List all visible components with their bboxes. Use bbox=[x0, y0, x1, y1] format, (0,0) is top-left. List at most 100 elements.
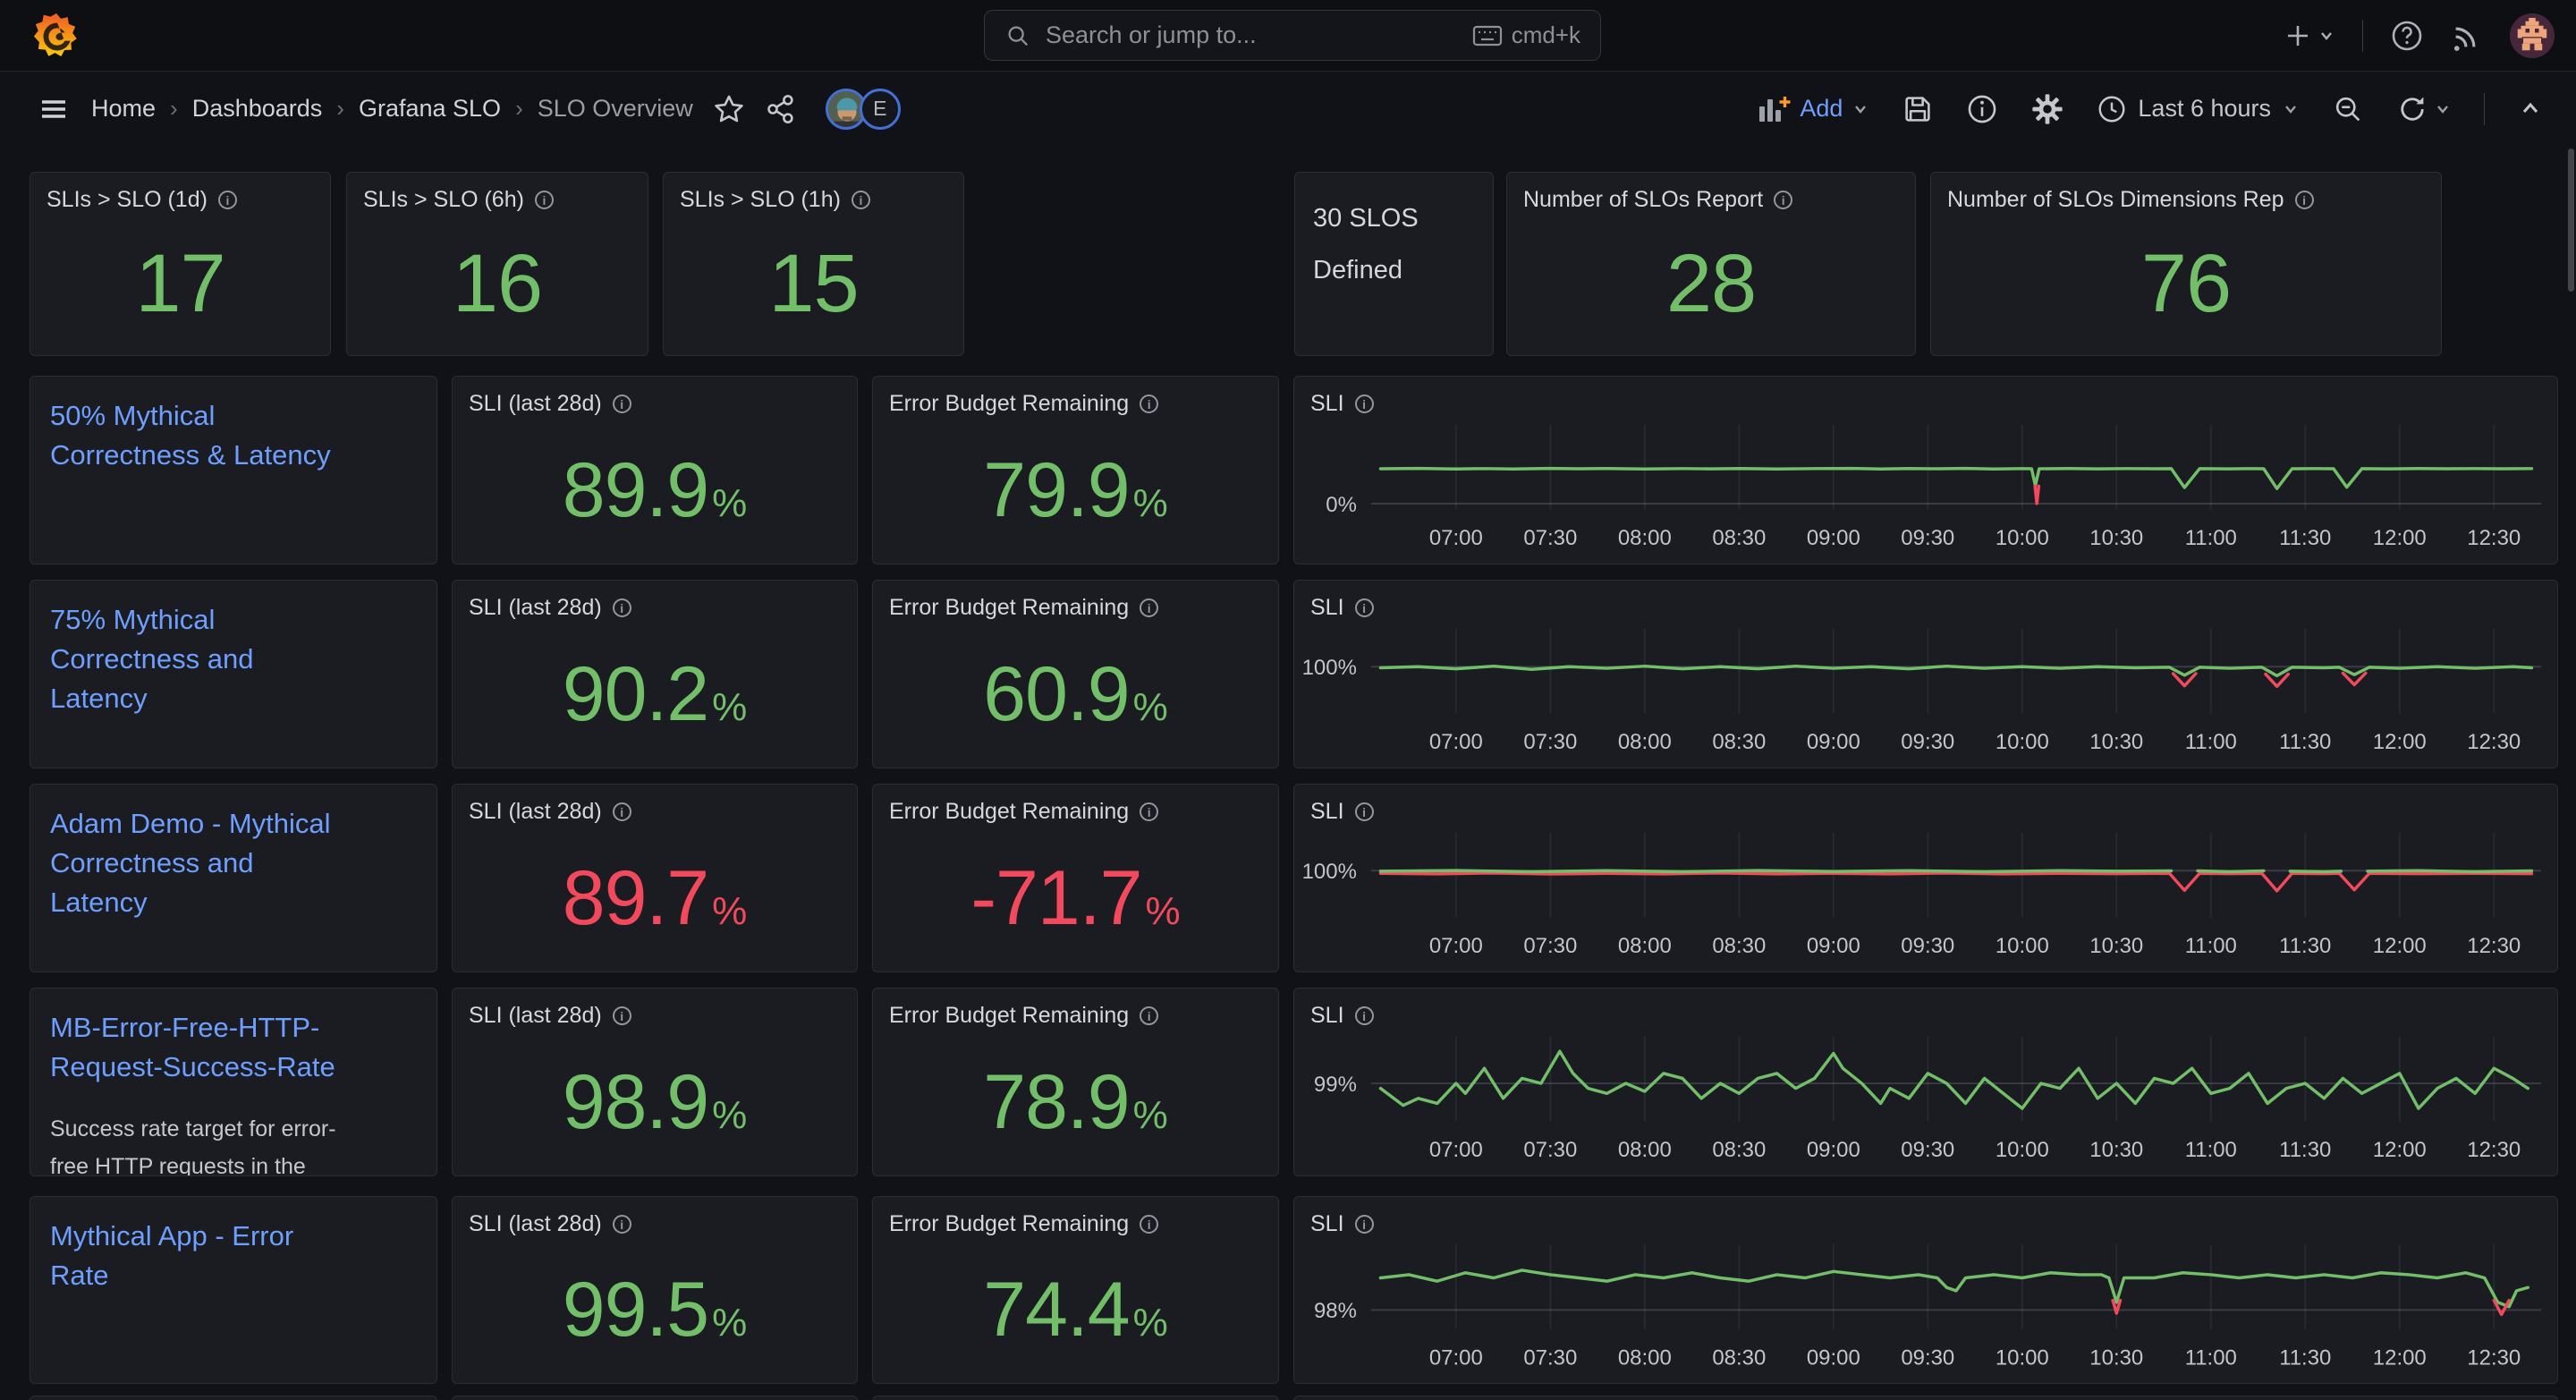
chevron-down-icon bbox=[2282, 100, 2300, 118]
error-budget-panel: Error Budget Remainingi 79.9% bbox=[872, 376, 1279, 564]
grafana-logo[interactable] bbox=[32, 11, 80, 61]
info-icon[interactable]: i bbox=[1140, 395, 1158, 413]
save-dashboard-button[interactable] bbox=[1902, 93, 1934, 125]
panel-title: Error Budget Remaining bbox=[889, 1211, 1129, 1237]
error-budget-value: 78.9 bbox=[983, 1064, 1129, 1141]
plus-icon bbox=[2284, 21, 2312, 50]
svg-text:12:00: 12:00 bbox=[2373, 1345, 2427, 1370]
info-icon[interactable]: i bbox=[218, 191, 237, 209]
info-icon[interactable]: i bbox=[852, 191, 870, 209]
user-avatar[interactable] bbox=[2510, 13, 2555, 58]
svg-text:10:30: 10:30 bbox=[2089, 526, 2143, 550]
info-icon[interactable]: i bbox=[613, 598, 631, 617]
partial-panel bbox=[30, 1396, 437, 1400]
percent-sign: % bbox=[1145, 892, 1180, 931]
error-budget-value: 60.9 bbox=[983, 656, 1129, 733]
percent-sign: % bbox=[712, 892, 747, 931]
dashboard-insights-button[interactable] bbox=[1966, 93, 1998, 125]
add-panel-button[interactable]: Add bbox=[1757, 94, 1869, 124]
svg-text:100%: 100% bbox=[1302, 860, 1357, 884]
sli-chart-panel: SLIi 07:0007:3008:0008:3009:0009:3010:00… bbox=[1293, 784, 2558, 972]
scrollbar-thumb[interactable] bbox=[2568, 148, 2574, 292]
svg-text:08:30: 08:30 bbox=[1712, 934, 1766, 958]
sli-time-series-chart[interactable]: 07:0007:3008:0008:3009:0009:3010:0010:30… bbox=[1294, 1197, 2557, 1383]
stat-value: 15 bbox=[768, 242, 858, 325]
dashboard-settings-button[interactable] bbox=[2030, 92, 2064, 126]
info-icon[interactable]: i bbox=[1140, 1215, 1158, 1234]
slo-link[interactable]: 50% Mythical Correctness & Latency bbox=[50, 396, 350, 475]
info-icon[interactable]: i bbox=[2295, 191, 2314, 209]
presence-avatars: E bbox=[826, 89, 901, 130]
refresh-button[interactable] bbox=[2396, 93, 2452, 125]
time-range-picker[interactable]: Last 6 hours bbox=[2097, 94, 2300, 124]
info-icon[interactable]: i bbox=[1774, 191, 1792, 209]
breadcrumb-current: SLO Overview bbox=[538, 95, 693, 123]
info-icon[interactable]: i bbox=[613, 1006, 631, 1025]
svg-text:08:30: 08:30 bbox=[1712, 1138, 1766, 1162]
error-budget-panel: Error Budget Remainingi 60.9% bbox=[872, 580, 1279, 768]
error-budget-value: 74.4 bbox=[983, 1271, 1129, 1348]
topbar-actions bbox=[2284, 0, 2555, 72]
svg-text:08:30: 08:30 bbox=[1712, 730, 1766, 754]
new-button[interactable] bbox=[2284, 21, 2335, 50]
percent-sign: % bbox=[712, 1303, 747, 1343]
info-icon[interactable]: i bbox=[1140, 1006, 1158, 1025]
sli-time-series-chart[interactable]: 07:0007:3008:0008:3009:0009:3010:0010:30… bbox=[1294, 785, 2557, 972]
sli-time-series-chart[interactable]: 07:0007:3008:0008:3009:0009:3010:0010:30… bbox=[1294, 988, 2557, 1175]
info-icon[interactable]: i bbox=[613, 802, 631, 821]
zoom-out-icon bbox=[2332, 93, 2364, 125]
svg-text:12:00: 12:00 bbox=[2373, 730, 2427, 754]
sli-time-series-chart[interactable]: 07:0007:3008:0008:3009:0009:3010:0010:30… bbox=[1294, 581, 2557, 768]
svg-text:09:30: 09:30 bbox=[1901, 526, 1954, 550]
favorite-button[interactable] bbox=[713, 93, 745, 125]
svg-text:08:00: 08:00 bbox=[1618, 526, 1672, 550]
slo-link[interactable]: Adam Demo - Mythical Correctness and Lat… bbox=[50, 804, 350, 922]
info-icon[interactable]: i bbox=[1140, 598, 1158, 617]
panel-title: Number of SLOs Report bbox=[1523, 187, 1763, 213]
help-button[interactable] bbox=[2390, 19, 2424, 53]
info-icon[interactable]: i bbox=[613, 395, 631, 413]
svg-text:08:00: 08:00 bbox=[1618, 1138, 1672, 1162]
slo-link[interactable]: Mythical App - Error Rate bbox=[50, 1217, 350, 1295]
share-button[interactable] bbox=[765, 93, 797, 125]
grafana-dashboard: Search or jump to... cmd+k bbox=[0, 0, 2576, 1400]
svg-text:08:30: 08:30 bbox=[1712, 1345, 1766, 1370]
time-range-label: Last 6 hours bbox=[2138, 95, 2271, 123]
slo-link[interactable]: 75% Mythical Correctness and Latency bbox=[50, 600, 350, 718]
sli-stat-panel: SLI (last 28d)i 99.5% bbox=[452, 1196, 858, 1384]
svg-text:08:00: 08:00 bbox=[1618, 730, 1672, 754]
star-icon bbox=[713, 93, 745, 125]
slo-link[interactable]: MB-Error-Free-HTTP-Request-Success-Rate bbox=[50, 1008, 350, 1087]
stat-panel-slos-dimensions: Number of SLOs Dimensions Repi 76 bbox=[1930, 172, 2442, 356]
breadcrumb-home[interactable]: Home bbox=[91, 95, 156, 123]
info-icon[interactable]: i bbox=[613, 1215, 631, 1234]
info-icon[interactable]: i bbox=[535, 191, 554, 209]
keyboard-icon bbox=[1472, 24, 1503, 47]
panel-title: SLIs > SLO (6h) bbox=[363, 187, 524, 213]
sli-time-series-chart[interactable]: 07:0007:3008:0008:3009:0009:3010:0010:30… bbox=[1294, 377, 2557, 564]
breadcrumb-folder[interactable]: Grafana SLO bbox=[359, 95, 501, 123]
presence-avatar-initial[interactable]: E bbox=[860, 89, 901, 130]
global-search-input[interactable]: Search or jump to... cmd+k bbox=[984, 10, 1601, 61]
news-button[interactable] bbox=[2451, 20, 2483, 52]
dashboard-toolbar: Home › Dashboards › Grafana SLO › SLO Ov… bbox=[0, 72, 2576, 145]
sli-stat-panel: SLI (last 28d)i 90.2% bbox=[452, 580, 858, 768]
svg-text:07:00: 07:00 bbox=[1429, 526, 1483, 550]
slo-description: Success rate target for error-free HTTP … bbox=[50, 1110, 359, 1176]
partial-panel bbox=[1293, 1396, 2558, 1400]
stat-panel-slis-slo-1h: SLIs > SLO (1h)i 15 bbox=[663, 172, 964, 356]
collapse-toolbar-button[interactable] bbox=[2517, 96, 2544, 123]
panel-title: SLIs > SLO (1d) bbox=[47, 187, 208, 213]
svg-text:07:30: 07:30 bbox=[1523, 934, 1577, 958]
refresh-icon bbox=[2396, 93, 2428, 125]
breadcrumb: Home › Dashboards › Grafana SLO › SLO Ov… bbox=[91, 95, 693, 123]
svg-text:12:00: 12:00 bbox=[2373, 526, 2427, 550]
info-icon[interactable]: i bbox=[1140, 802, 1158, 821]
zoom-out-button[interactable] bbox=[2332, 93, 2364, 125]
svg-text:98%: 98% bbox=[1314, 1299, 1357, 1323]
mega-menu-button[interactable] bbox=[36, 91, 72, 127]
add-label: Add bbox=[1800, 95, 1843, 123]
svg-text:11:30: 11:30 bbox=[2279, 730, 2331, 754]
text-panel-slos-defined: 30 SLOS Defined bbox=[1294, 172, 1494, 356]
breadcrumb-dashboards[interactable]: Dashboards bbox=[192, 95, 323, 123]
